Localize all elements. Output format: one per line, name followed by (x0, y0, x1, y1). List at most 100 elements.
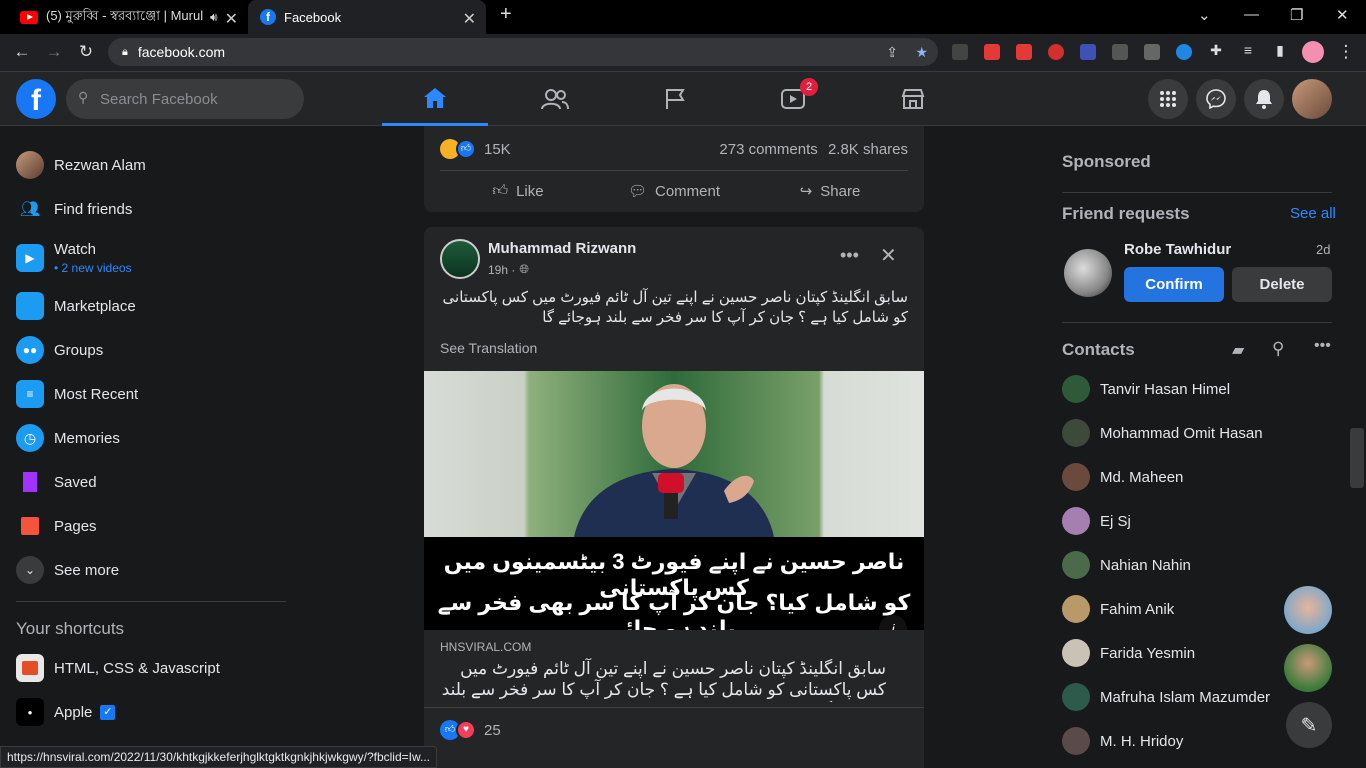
contact-item[interactable]: Tanvir Hasan Himel (1062, 369, 1230, 409)
see-translation-link[interactable]: See Translation (440, 340, 537, 356)
tab-search-icon[interactable]: ⌄ (1198, 6, 1211, 24)
contact-name: Fahim Anik (1100, 600, 1175, 618)
post-time[interactable]: 19h · (488, 263, 515, 277)
address-bar[interactable]: 🔒︎ facebook.com ⇪ ★ (108, 38, 938, 66)
sidebar-item-groups[interactable]: ●● Groups (16, 330, 103, 370)
facebook-header: f ⚲ Search Facebook 2 (0, 72, 1366, 126)
sidebar-item-watch[interactable]: ▶ Watch • 2 new videos (16, 236, 132, 280)
contact-item[interactable]: Nahian Nahin (1062, 545, 1191, 585)
reload-icon[interactable]: ↻ (74, 42, 98, 62)
link-preview[interactable]: HNSVIRAL.COM سابق انگلینڈ کپتان ناصر حسی… (424, 630, 924, 708)
forward-icon[interactable]: → (42, 42, 66, 62)
apple-group-icon: ● (16, 698, 44, 726)
more-options-icon[interactable]: ••• (840, 245, 859, 266)
chat-head-avatar[interactable] (1284, 586, 1332, 634)
nav-home-icon[interactable] (382, 72, 488, 126)
close-window-icon[interactable]: ✕ (1336, 6, 1349, 24)
extension-icon[interactable] (1144, 44, 1160, 60)
sidebar-item-pages[interactable]: Pages (16, 506, 97, 546)
bookmark-star-icon[interactable]: ★ (915, 44, 928, 61)
sidebar-item-see-more[interactable]: ⌄ See more (16, 550, 119, 590)
confirm-button[interactable]: Confirm (1124, 267, 1224, 302)
sidebar-item-find-friends[interactable]: 👥︎ Find friends (16, 189, 133, 229)
extension-icon[interactable] (1112, 44, 1128, 60)
shares-count[interactable]: 2.8K shares (828, 141, 908, 158)
sidebar-item-memories[interactable]: ◷ Memories (16, 418, 120, 458)
notifications-bell-icon[interactable] (1244, 79, 1284, 119)
reaction-summary[interactable]: 👍︎ ♥ 25 (440, 720, 501, 740)
extension-icon[interactable] (1016, 44, 1032, 60)
browser-tab-youtube[interactable]: (5) মুরুব্বি - স্বরব্যাঞ্জো | Murul 🔊︎ ✕ (8, 0, 248, 34)
media-control-icon[interactable]: ≡ (1236, 42, 1260, 58)
shortcut-item[interactable]: HTML, CSS & Javascript (16, 648, 220, 688)
extension-icon[interactable] (952, 44, 968, 60)
contact-item[interactable]: M. H. Hridoy (1062, 721, 1183, 761)
watch-notification-badge: 2 (800, 78, 818, 96)
avatar (1062, 507, 1090, 535)
thumbs-up-icon: 👍︎ (492, 182, 509, 199)
contact-item[interactable]: Ej Sj (1062, 501, 1131, 541)
messenger-icon[interactable] (1196, 79, 1236, 119)
delete-button[interactable]: Delete (1232, 267, 1332, 302)
comments-count[interactable]: 273 comments (719, 141, 817, 158)
contacts-options-icon[interactable]: ••• (1314, 337, 1331, 355)
lock-icon: 🔒︎ (122, 45, 128, 58)
nav-marketplace-icon[interactable] (860, 72, 966, 126)
avatar (1062, 463, 1090, 491)
nav-watch-icon[interactable]: 2 (740, 72, 846, 126)
shortcut-item[interactable]: ● Apple ✓ (16, 692, 116, 732)
browser-menu-icon[interactable]: ⋮ (1334, 42, 1358, 62)
sidebar-item-most-recent[interactable]: ≡ Most Recent (16, 374, 138, 414)
friend-request-name[interactable]: Robe Tawhidur (1124, 241, 1231, 258)
close-tab-icon[interactable]: ✕ (225, 9, 238, 29)
extension-icon[interactable] (1048, 44, 1064, 60)
facebook-logo-icon[interactable]: f (16, 79, 56, 119)
contact-item[interactable]: Farida Yesmin (1062, 633, 1195, 673)
avatar (1062, 595, 1090, 623)
nav-friends-icon[interactable] (502, 72, 608, 126)
new-room-video-icon[interactable]: ▰ (1232, 340, 1244, 360)
post-link-image[interactable]: ناصر حسین نے اپنے فیورٹ 3 بیٹسمینوں میں … (424, 371, 924, 643)
browser-tab-facebook[interactable]: f Facebook ✕ (248, 0, 486, 34)
author-avatar[interactable] (440, 239, 480, 279)
see-all-link[interactable]: See all (1290, 205, 1336, 222)
close-tab-icon[interactable]: ✕ (463, 9, 476, 29)
contact-item[interactable]: Fahim Anik (1062, 589, 1174, 629)
profile-avatar[interactable] (1302, 41, 1324, 63)
sidebar-item-marketplace[interactable]: Marketplace (16, 286, 136, 326)
comment-button[interactable]: 💬︎ Comment (596, 174, 752, 208)
sidebar-item-saved[interactable]: Saved (16, 462, 97, 502)
share-button[interactable]: ↪ Share (752, 174, 908, 208)
sidebar-item-profile[interactable]: Rezwan Alam (16, 145, 146, 185)
side-panel-icon[interactable]: ▮ (1268, 42, 1292, 59)
contact-item[interactable]: Mafruha Islam Mazumder (1062, 677, 1270, 717)
avatar (1062, 683, 1090, 711)
post-author[interactable]: Muhammad Rizwann (488, 240, 636, 257)
speaker-icon[interactable]: 🔊︎ (210, 10, 218, 25)
close-post-icon[interactable]: ✕ (880, 243, 897, 268)
account-avatar[interactable] (1292, 79, 1332, 119)
reaction-summary[interactable]: 👍︎ 15K (440, 139, 511, 159)
sponsored-heading: Sponsored (1062, 152, 1151, 171)
chat-head-avatar[interactable] (1284, 644, 1332, 692)
contact-item[interactable]: Mohammad Omit Hasan (1062, 413, 1263, 453)
extension-icon[interactable] (1080, 44, 1096, 60)
back-icon[interactable]: ← (10, 42, 34, 62)
contact-item[interactable]: Md. Maheen (1062, 457, 1183, 497)
new-message-compose-icon[interactable]: ✎ (1286, 702, 1332, 748)
extensions-puzzle-icon[interactable]: ✚ (1204, 42, 1228, 59)
page-scrollbar-thumb[interactable] (1350, 428, 1364, 488)
maximize-icon[interactable]: ❐ (1290, 6, 1303, 24)
new-tab-icon[interactable]: + (500, 3, 512, 26)
nav-pages-flag-icon[interactable] (622, 72, 728, 126)
extension-icon[interactable] (984, 44, 1000, 60)
like-button[interactable]: 👍︎ Like (440, 174, 596, 208)
friend-request-avatar[interactable] (1064, 249, 1112, 297)
menu-grid-icon[interactable] (1148, 79, 1188, 119)
man-with-microphone-photo (574, 384, 774, 537)
extension-icon[interactable] (1176, 44, 1192, 60)
search-contacts-icon[interactable]: ⚲ (1272, 339, 1284, 359)
share-icon[interactable]: ⇪ (886, 44, 898, 61)
minimize-icon[interactable]: — (1244, 6, 1259, 23)
search-input[interactable]: ⚲ Search Facebook (66, 79, 304, 119)
